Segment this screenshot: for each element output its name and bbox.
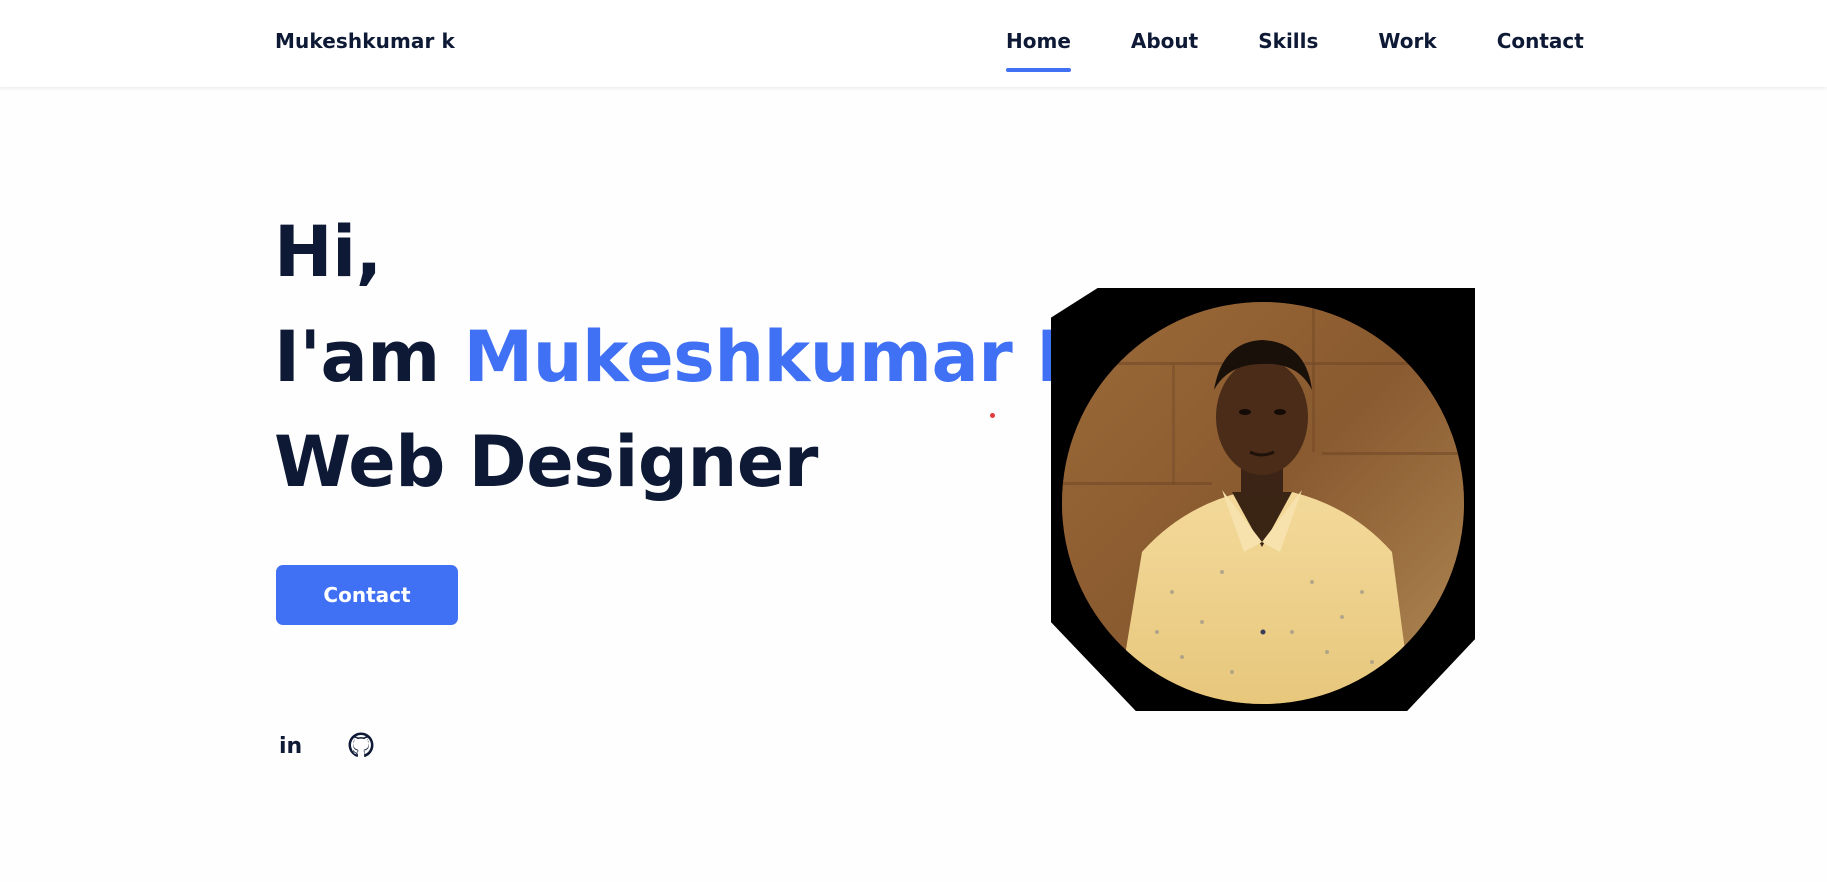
nav-link-home[interactable]: Home <box>1006 28 1071 72</box>
nav-link-skills[interactable]: Skills <box>1258 28 1318 54</box>
hero-title: Hi, I'am Mukeshkumar K Web Designer <box>274 200 1090 515</box>
cursor-dot <box>990 413 995 418</box>
contact-button[interactable]: Contact <box>276 565 458 625</box>
linkedin-link[interactable]: in <box>276 730 306 760</box>
hero-intro-prefix: I'am <box>274 316 464 398</box>
logo-link[interactable]: Mukeshkumar k <box>275 29 455 53</box>
svg-text:in: in <box>279 734 302 757</box>
hero-intro-line: I'am Mukeshkumar K <box>274 305 1090 410</box>
site-header: Mukeshkumar k Home About Skills Work Con… <box>0 0 1827 87</box>
github-link[interactable] <box>346 730 376 760</box>
social-links: in <box>276 730 416 760</box>
nav-link-work[interactable]: Work <box>1378 28 1436 54</box>
main-nav: Home About Skills Work Contact <box>1006 28 1584 72</box>
hero-name: Mukeshkumar K <box>463 316 1091 398</box>
nav-link-contact[interactable]: Contact <box>1497 28 1584 54</box>
profile-photo <box>1062 302 1464 704</box>
nav-link-about[interactable]: About <box>1131 28 1198 54</box>
github-icon <box>348 732 374 757</box>
hero-role: Web Designer <box>274 421 818 503</box>
hero-greeting: Hi, <box>274 211 382 293</box>
linkedin-icon: in <box>279 734 302 757</box>
